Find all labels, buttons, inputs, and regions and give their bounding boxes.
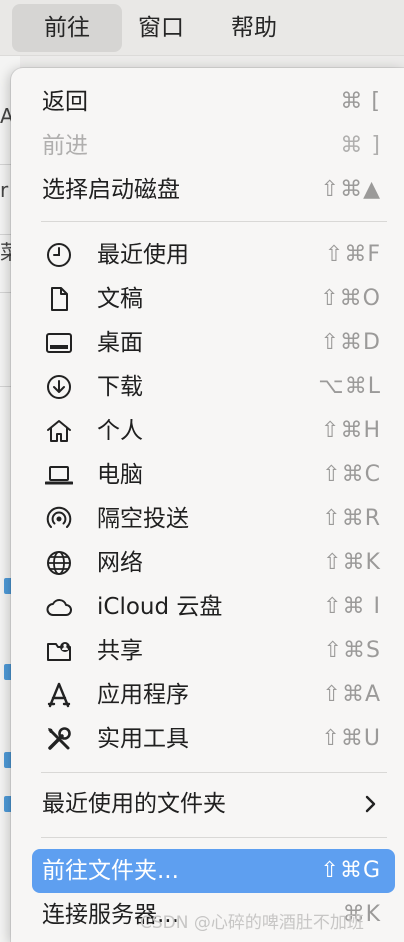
menu-item-label: 前往文件夹... [42,858,179,884]
applications-icon [45,681,73,709]
shortcut-label: ⇧⌘F [324,242,381,267]
menu-item-applications[interactable]: 应用程序 ⇧⌘A [32,673,395,717]
shortcut-label: ⇧⌘ I [323,594,381,619]
shortcut-label: ⌘ ] [340,133,381,158]
shortcut-label: ⇧⌘K [323,550,381,575]
shortcut-label: ⇧⌘D [320,330,381,355]
menubar-item-help[interactable]: 帮助 [216,4,292,52]
menu-item-label: 下载 [97,374,143,400]
menu-separator [41,221,387,222]
menu-item-back[interactable]: 返回 ⌘ [ [32,80,395,124]
shortcut-label: ⇧⌘S [323,638,381,663]
desktop-icon [45,329,73,357]
shortcut-label: ⇧⌘H [321,418,381,443]
menu-item-icloud-drive[interactable]: iCloud 云盘 ⇧⌘ I [32,585,395,629]
menu-item-forward: 前进 ⌘ ] [32,124,395,168]
shortcut-label: ⇧⌘O [320,286,381,311]
shortcut-label: ⇧⌘G [320,858,381,883]
cloud-icon [45,593,73,621]
menu-item-label: 应用程序 [97,682,189,708]
shortcut-label: ⌘ [ [340,89,381,114]
menu-item-label: 实用工具 [97,726,189,752]
menu-item-go-to-folder[interactable]: 前往文件夹... ⇧⌘G [32,849,395,893]
menu-item-network[interactable]: 网络 ⇧⌘K [32,541,395,585]
menu-item-label: 选择启动磁盘 [42,177,180,203]
menu-separator [41,837,387,838]
shortcut-label: ⇧⌘A [322,682,381,707]
watermark-text: CSDN @心碎的啤酒肚不加班 [140,913,364,933]
menu-item-recent-folders[interactable]: 最近使用的文件夹 [32,782,395,826]
menu-item-downloads[interactable]: 下载 ⌥⌘L [32,365,395,409]
menu-item-label: 网络 [97,550,143,576]
tools-icon [45,725,73,753]
globe-icon [45,549,73,577]
menu-item-label: 共享 [97,638,143,664]
go-menu-dropdown: 返回 ⌘ [ 前进 ⌘ ] 选择启动磁盘 ⇧⌘▲ 最近使用 ⇧⌘F 文稿 ⇧⌘O… [11,68,404,942]
laptop-icon [45,461,73,489]
shared-folder-icon [45,637,73,665]
menu-item-computer[interactable]: 电脑 ⇧⌘C [32,453,395,497]
shortcut-label: ⇧⌘▲ [320,177,381,202]
menu-item-label: 电脑 [97,462,143,488]
menu-item-desktop[interactable]: 桌面 ⇧⌘D [32,321,395,365]
shortcut-label: ⇧⌘R [322,506,381,531]
menu-item-airdrop[interactable]: 隔空投送 ⇧⌘R [32,497,395,541]
menu-item-label: 文稿 [97,286,143,312]
menu-item-utilities[interactable]: 实用工具 ⇧⌘U [32,717,395,761]
menu-item-label: iCloud 云盘 [97,594,223,620]
menu-item-home[interactable]: 个人 ⇧⌘H [32,409,395,453]
shortcut-label: ⇧⌘U [321,726,381,751]
menu-item-recents[interactable]: 最近使用 ⇧⌘F [32,233,395,277]
menu-item-label: 个人 [97,418,143,444]
airdrop-icon [45,505,73,533]
menu-item-label: 前进 [42,133,88,159]
menu-item-label: 最近使用 [97,242,189,268]
shortcut-label: ⇧⌘C [322,462,381,487]
menu-item-documents[interactable]: 文稿 ⇧⌘O [32,277,395,321]
menubar-item-window[interactable]: 窗口 [124,4,198,52]
menu-item-startup-disk[interactable]: 选择启动磁盘 ⇧⌘▲ [32,168,395,212]
menu-separator [41,772,387,773]
menu-item-shared[interactable]: 共享 ⇧⌘S [32,629,395,673]
download-icon [45,373,73,401]
document-icon [45,285,73,313]
menubar-item-go[interactable]: 前往 [12,4,122,52]
shortcut-label: ⌥⌘L [318,374,381,399]
menu-item-label: 最近使用的文件夹 [42,791,226,817]
menu-item-label: 桌面 [97,330,143,356]
menu-item-label: 返回 [42,89,88,115]
clock-icon [45,241,73,269]
home-icon [45,417,73,445]
menu-item-label: 隔空投送 [97,506,189,532]
menu-bar: 前往 窗口 帮助 [0,0,404,56]
chevron-right-icon [359,793,381,815]
